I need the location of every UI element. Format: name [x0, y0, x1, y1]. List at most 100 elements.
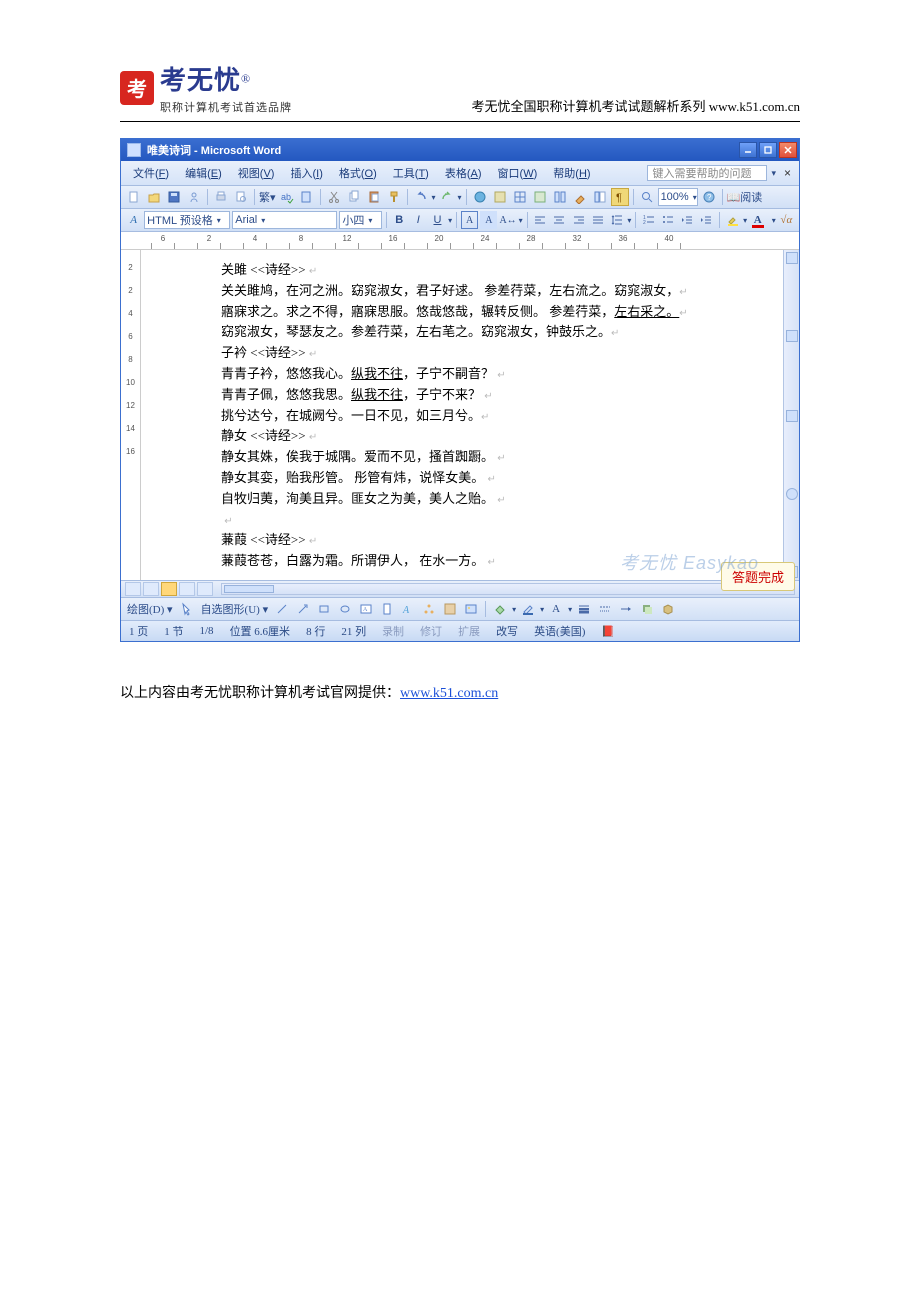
- char-scaling-button[interactable]: A↔: [499, 211, 516, 229]
- traditional-simplified-button[interactable]: 繁 ▾: [259, 188, 276, 206]
- autoshapes-menu[interactable]: 自选图形(U) ▾: [199, 601, 271, 617]
- read-mode-button[interactable]: 📖 阅读: [727, 188, 763, 206]
- font-color-draw-dropdown[interactable]: ▾: [568, 605, 572, 614]
- decrease-indent-button[interactable]: [679, 211, 696, 229]
- rectangle-tool-icon[interactable]: [315, 600, 333, 618]
- italic-button[interactable]: I: [410, 211, 427, 229]
- drawing-toolbar-icon[interactable]: [571, 188, 589, 206]
- styles-task-pane-icon[interactable]: A: [125, 211, 142, 229]
- shadow-style-icon[interactable]: [638, 600, 656, 618]
- document-body[interactable]: 关雎 <<诗经>> ↵关关雎鸠，在河之洲。窈窕淑女，君子好逑。 参差荇菜，左右流…: [141, 250, 783, 580]
- menu-o[interactable]: 格式(O): [331, 163, 385, 183]
- line-spacing-button[interactable]: [608, 211, 625, 229]
- arrow-style-icon[interactable]: [617, 600, 635, 618]
- underline-button[interactable]: U: [429, 211, 446, 229]
- open-icon[interactable]: [145, 188, 163, 206]
- increase-indent-button[interactable]: [698, 211, 715, 229]
- print-layout-view-button[interactable]: [161, 582, 177, 596]
- menu-f[interactable]: 文件(F): [125, 163, 177, 183]
- scroll-down-button[interactable]: [786, 330, 798, 342]
- menu-i[interactable]: 插入(I): [282, 163, 330, 183]
- copy-icon[interactable]: [345, 188, 363, 206]
- columns-icon[interactable]: [551, 188, 569, 206]
- char-shading-button[interactable]: A: [480, 211, 497, 229]
- web-view-button[interactable]: [143, 582, 159, 596]
- font-color-draw-icon[interactable]: A: [547, 600, 565, 618]
- format-painter-icon[interactable]: [385, 188, 403, 206]
- font-combo[interactable]: Arial▾: [232, 211, 337, 229]
- menu-h[interactable]: 帮助(H): [545, 163, 598, 183]
- menu-v[interactable]: 视图(V): [230, 163, 283, 183]
- fill-dropdown[interactable]: ▾: [512, 605, 516, 614]
- picture-icon[interactable]: [462, 600, 480, 618]
- help-search-input[interactable]: [647, 165, 767, 181]
- menu-e[interactable]: 编辑(E): [177, 163, 230, 183]
- close-document-button[interactable]: ×: [780, 166, 795, 180]
- browse-prev-button[interactable]: [786, 410, 798, 422]
- menu-w[interactable]: 窗口(W): [490, 163, 546, 183]
- diagram-icon[interactable]: [420, 600, 438, 618]
- highlight-dropdown-icon[interactable]: ▾: [743, 216, 747, 225]
- line-tool-icon[interactable]: [273, 600, 291, 618]
- spelling-icon[interactable]: ab: [278, 188, 296, 206]
- horizontal-ruler[interactable]: 62481216202428323640: [121, 232, 799, 250]
- align-left-button[interactable]: [532, 211, 549, 229]
- align-justify-button[interactable]: [589, 211, 606, 229]
- font-size-combo[interactable]: 小四▾: [339, 211, 381, 229]
- char-border-button[interactable]: A: [461, 211, 478, 229]
- help-icon[interactable]: ?: [700, 188, 718, 206]
- tables-borders-icon[interactable]: [491, 188, 509, 206]
- print-icon[interactable]: [212, 188, 230, 206]
- normal-view-button[interactable]: [125, 582, 141, 596]
- vertical-textbox-icon[interactable]: [378, 600, 396, 618]
- insert-table-icon[interactable]: [511, 188, 529, 206]
- close-button[interactable]: [779, 142, 797, 158]
- horizontal-scrollbar[interactable]: [221, 583, 795, 595]
- vertical-scrollbar[interactable]: [783, 250, 799, 580]
- paste-icon[interactable]: [365, 188, 383, 206]
- vertical-ruler[interactable]: 2246810121416: [121, 250, 141, 580]
- save-icon[interactable]: [165, 188, 183, 206]
- zoom-combo[interactable]: 100%▾: [658, 188, 698, 206]
- print-preview-icon[interactable]: [232, 188, 250, 206]
- select-browse-button[interactable]: [786, 488, 798, 500]
- outline-view-button[interactable]: [179, 582, 195, 596]
- bold-button[interactable]: B: [391, 211, 408, 229]
- wordart-icon[interactable]: A: [399, 600, 417, 618]
- bullets-button[interactable]: [660, 211, 677, 229]
- dash-style-icon[interactable]: [596, 600, 614, 618]
- minimize-button[interactable]: [739, 142, 757, 158]
- menu-t[interactable]: 工具(T): [385, 163, 437, 183]
- permission-icon[interactable]: [185, 188, 203, 206]
- help-dropdown-icon[interactable]: ▾: [771, 168, 776, 179]
- underline-dropdown-icon[interactable]: ▾: [448, 216, 452, 225]
- maximize-button[interactable]: [759, 142, 777, 158]
- spell-status-icon[interactable]: 📕: [601, 625, 615, 638]
- line-spacing-dropdown-icon[interactable]: ▾: [627, 216, 631, 225]
- align-right-button[interactable]: [570, 211, 587, 229]
- hyperlink-icon[interactable]: [471, 188, 489, 206]
- zoom-tool-icon[interactable]: [638, 188, 656, 206]
- doc-map-icon[interactable]: [591, 188, 609, 206]
- fill-color-icon[interactable]: [491, 600, 509, 618]
- research-icon[interactable]: [298, 188, 316, 206]
- style-combo[interactable]: HTML 预设格▾: [144, 211, 230, 229]
- equation-button[interactable]: √α: [778, 211, 795, 229]
- reading-view-button[interactable]: [197, 582, 213, 596]
- undo-icon[interactable]: [412, 188, 430, 206]
- 3d-style-icon[interactable]: [659, 600, 677, 618]
- menu-a[interactable]: 表格(A): [437, 163, 490, 183]
- line-color-dropdown[interactable]: ▾: [540, 605, 544, 614]
- font-color-dropdown-icon[interactable]: ▾: [772, 216, 776, 225]
- undo-dropdown-icon[interactable]: ▾: [432, 193, 436, 202]
- cut-icon[interactable]: [325, 188, 343, 206]
- textbox-tool-icon[interactable]: A: [357, 600, 375, 618]
- clipart-icon[interactable]: [441, 600, 459, 618]
- line-style-icon[interactable]: [575, 600, 593, 618]
- select-objects-icon[interactable]: [178, 600, 196, 618]
- line-color-icon[interactable]: [519, 600, 537, 618]
- show-marks-icon[interactable]: ¶: [611, 188, 629, 206]
- redo-dropdown-icon[interactable]: ▾: [458, 193, 462, 202]
- align-center-button[interactable]: [551, 211, 568, 229]
- excel-icon[interactable]: [531, 188, 549, 206]
